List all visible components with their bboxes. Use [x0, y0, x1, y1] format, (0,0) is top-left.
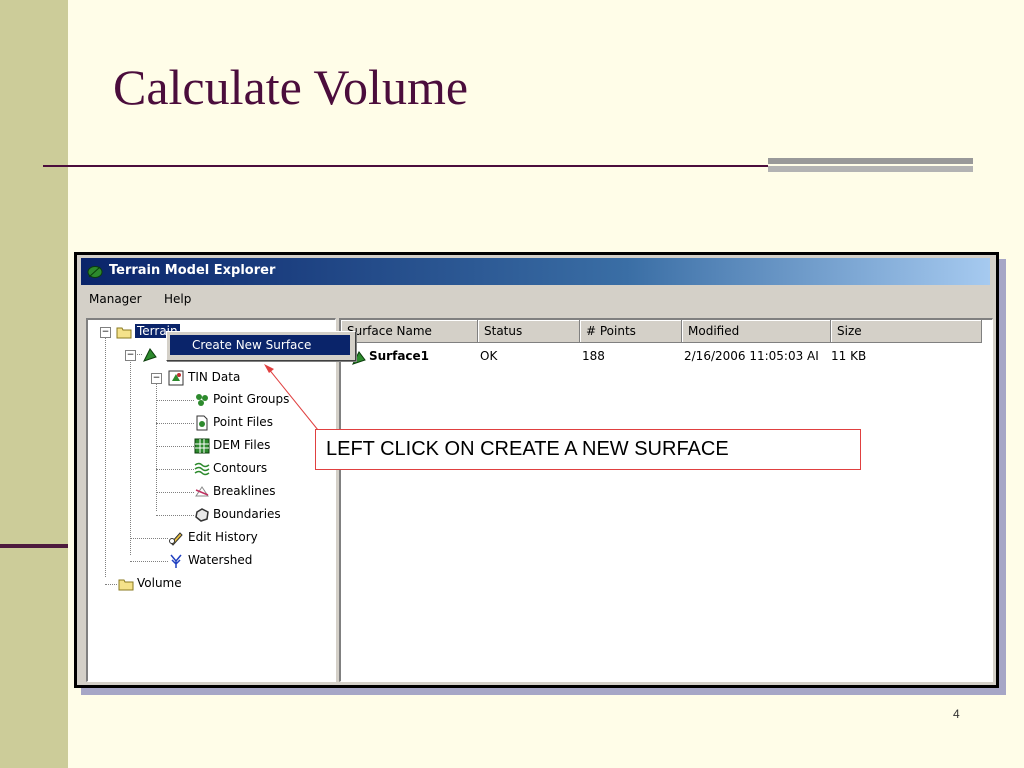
tree-node-volume[interactable]: Volume: [88, 574, 288, 594]
slide-title: Calculate Volume: [113, 59, 469, 115]
terrain-model-explorer-window: Terrain Model Explorer Manager Help − Te…: [74, 252, 999, 688]
menu-bar: Manager Help: [81, 287, 990, 311]
column-header-surface-name[interactable]: Surface Name: [341, 320, 478, 343]
tree-label-point-files: Point Files: [213, 415, 273, 429]
edit-history-icon: [169, 532, 183, 546]
cell-status: OK: [480, 349, 498, 363]
column-header-status[interactable]: Status: [478, 320, 580, 343]
collapse-toggle[interactable]: −: [125, 350, 136, 361]
tree-label-volume: Volume: [137, 576, 182, 590]
tree-node-point-files[interactable]: Point Files: [88, 413, 308, 433]
slide-band-marker: [0, 544, 68, 548]
column-header-modified[interactable]: Modified: [682, 320, 831, 343]
folder-open-icon: [116, 327, 132, 339]
tree-node-boundaries[interactable]: Boundaries: [88, 505, 308, 525]
watershed-icon: [170, 554, 182, 568]
slide-left-band: [0, 0, 68, 768]
contours-icon: [194, 462, 210, 476]
tree-node-point-groups[interactable]: Point Groups: [88, 390, 308, 410]
instruction-callout: LEFT CLICK ON CREATE A NEW SURFACE: [315, 429, 861, 470]
context-menu: Create New Surface: [166, 331, 356, 361]
window-titlebar[interactable]: Terrain Model Explorer: [81, 258, 990, 285]
cell-size: 11 KB: [831, 349, 867, 363]
tree-label-contours: Contours: [213, 461, 268, 475]
menu-help[interactable]: Help: [164, 292, 191, 306]
menu-manager[interactable]: Manager: [89, 292, 142, 306]
tree-node-tin-data[interactable]: − TIN Data: [88, 368, 288, 388]
point-groups-icon: [196, 394, 208, 406]
breaklines-icon: [195, 486, 209, 497]
tree-label-dem-files: DEM Files: [213, 438, 271, 452]
cell-surface-name: Surface1: [369, 349, 430, 363]
tree-label-boundaries: Boundaries: [213, 507, 281, 521]
boundaries-icon: [195, 508, 209, 522]
column-header-size[interactable]: Size: [831, 320, 982, 343]
point-files-icon: [196, 415, 208, 431]
dem-files-icon: [194, 438, 210, 454]
leaf-icon: [87, 266, 103, 278]
tree-node-watershed[interactable]: Watershed: [88, 551, 308, 571]
tree-label-tin-data: TIN Data: [188, 370, 241, 384]
tree-node-breaklines[interactable]: Breaklines: [88, 482, 308, 502]
tree-node-dem-files[interactable]: DEM Files: [88, 436, 308, 456]
collapse-toggle[interactable]: −: [100, 327, 111, 338]
collapse-toggle[interactable]: −: [151, 373, 162, 384]
title-underline: [43, 165, 768, 167]
surface-list-pane[interactable]: Surface Name Status # Points Modified Si…: [339, 318, 993, 682]
tin-data-icon: [168, 370, 184, 386]
tree-label-edit-history: Edit History: [188, 530, 258, 544]
title-accent-bars: [768, 158, 973, 178]
tree-node-edit-history[interactable]: Edit History: [88, 528, 308, 548]
tree-node-contours[interactable]: Contours: [88, 459, 308, 479]
cell-modified: 2/16/2006 11:05:03 AI: [684, 349, 819, 363]
window-title: Terrain Model Explorer: [109, 263, 276, 278]
folder-icon: [118, 579, 134, 591]
tree-pane[interactable]: − Terrain − − TIN Data Point Groups Poin…: [86, 318, 336, 682]
instruction-text: LEFT CLICK ON CREATE A NEW SURFACE: [326, 438, 729, 460]
cell-points: 188: [582, 349, 605, 363]
create-new-surface-menu-item[interactable]: Create New Surface: [170, 335, 350, 355]
tree-label-watershed: Watershed: [188, 553, 253, 567]
surface-icon: [143, 348, 157, 362]
slide-number: 4: [953, 707, 960, 721]
context-menu-label: Create New Surface: [192, 338, 312, 352]
tree-label-point-groups: Point Groups: [213, 392, 290, 406]
column-header-points[interactable]: # Points: [580, 320, 682, 343]
tree-label-breaklines: Breaklines: [213, 484, 276, 498]
